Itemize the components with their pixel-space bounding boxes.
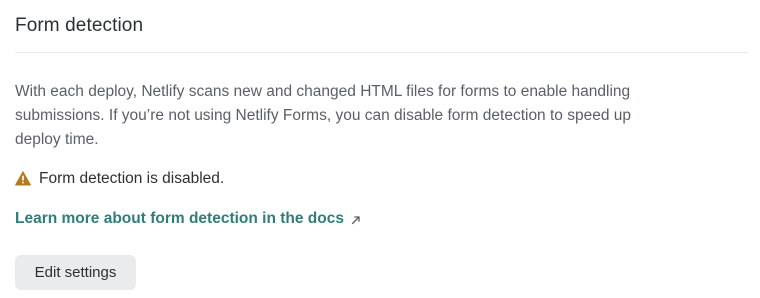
docs-link[interactable]: Learn more about form detection in the d… [15, 208, 362, 230]
docs-link-label: Learn more about form detection in the d… [15, 210, 344, 227]
edit-settings-button[interactable]: Edit settings [15, 255, 136, 290]
form-detection-card: Form detection With each deploy, Netlify… [0, 0, 760, 298]
section-description: With each deploy, Netlify scans new and … [15, 83, 631, 148]
card-header: Form detection [15, 14, 748, 53]
status-text: Form detection is disabled. [39, 170, 225, 187]
status-message: Form detection is disabled. [15, 168, 224, 190]
section-title: Form detection [15, 15, 144, 36]
warning-icon [15, 171, 31, 186]
external-link-icon [350, 214, 362, 226]
